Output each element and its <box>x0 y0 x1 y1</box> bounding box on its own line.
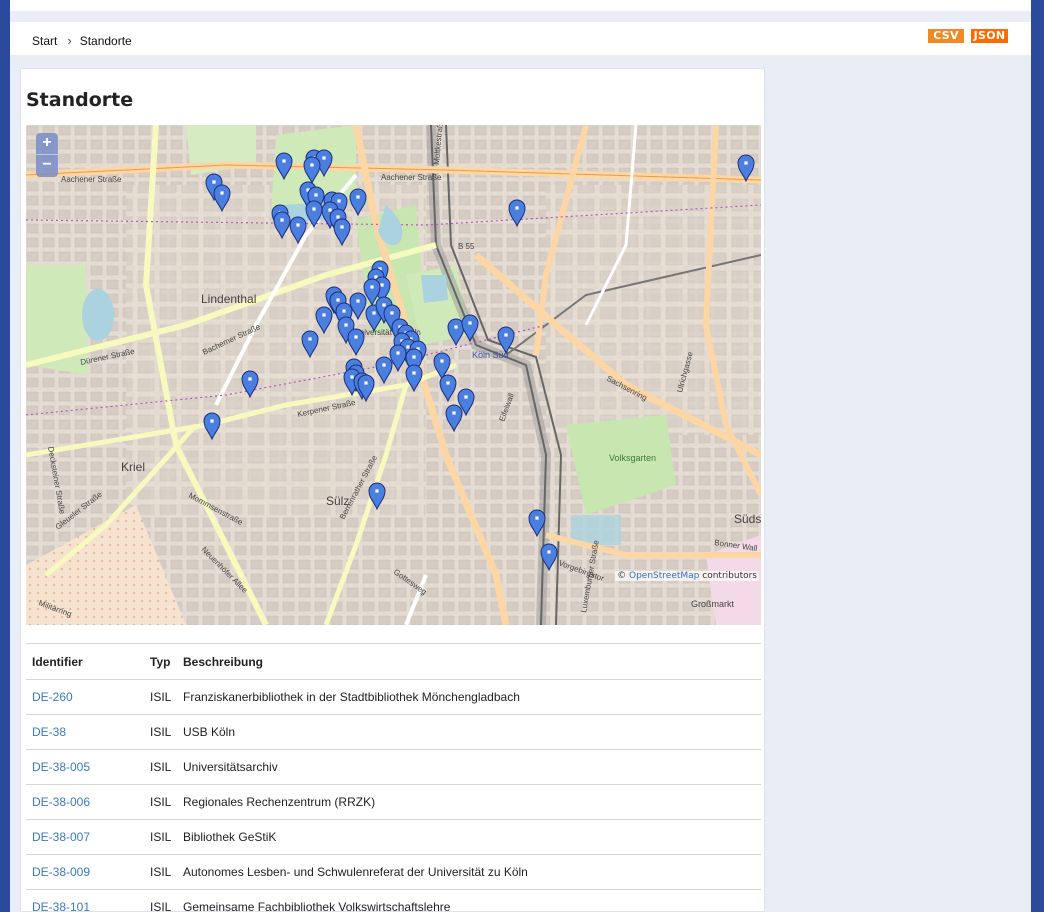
type-cell: ISIL <box>144 749 177 785</box>
breadcrumb: Start › Standorte <box>32 33 132 48</box>
map-label-b55: B 55 <box>458 242 475 251</box>
map-label-aachener-strasse-1: Aachener Straße <box>61 175 122 184</box>
table-row: DE-38-101 ISIL Gemeinsame Fachbibliothek… <box>26 889 761 912</box>
map-label-lindenthal: Lindenthal <box>201 292 256 306</box>
locations-map[interactable]: Lindenthal Kriel Sülz Köln Süd Volksgart… <box>26 125 761 625</box>
map-label-grossmarkt: Großmarkt <box>691 599 735 609</box>
attribution-suffix: contributors <box>702 571 757 581</box>
table-row: DE-260 ISIL Franziskanerbibliothek in de… <box>26 679 761 715</box>
identifier-link[interactable]: DE-38-007 <box>32 830 90 844</box>
map-label-aachener-strasse-2: Aachener Straße <box>381 173 442 182</box>
map-label-sued: Süds <box>734 512 761 526</box>
json-label: JSON <box>973 29 1006 42</box>
top-strip <box>10 0 1031 11</box>
description-cell: Autonomes Lesben- und Schwulenreferat de… <box>177 854 761 890</box>
map-label-volksgarten: Volksgarten <box>609 453 656 463</box>
page: Start › Standorte CSV JSON Standorte Lin… <box>10 0 1031 912</box>
locations-table: Identifier Typ Beschreibung DE-260 ISIL … <box>26 643 761 912</box>
identifier-link[interactable]: DE-260 <box>32 690 73 704</box>
breadcrumb-current: Standorte <box>79 33 132 48</box>
identifier-link[interactable]: DE-38-006 <box>32 795 90 809</box>
column-header-identifier: Identifier <box>26 643 144 680</box>
description-cell: USB Köln <box>177 714 761 750</box>
openstreetmap-link[interactable]: OpenStreetMap <box>629 571 699 581</box>
breadcrumb-home-link[interactable]: Start <box>32 34 57 48</box>
type-cell: ISIL <box>144 889 177 912</box>
description-cell: Universitätsarchiv <box>177 749 761 785</box>
csv-export-button[interactable]: CSV <box>928 29 964 43</box>
table-row: DE-38-005 ISIL Universitätsarchiv <box>26 749 761 785</box>
type-cell: ISIL <box>144 714 177 750</box>
identifier-link[interactable]: DE-38 <box>32 725 66 739</box>
identifier-link[interactable]: DE-38-101 <box>32 900 90 912</box>
column-header-typ: Typ <box>144 643 177 680</box>
map-label-koeln-sued: Köln Süd <box>472 350 509 360</box>
map-tiles: Lindenthal Kriel Sülz Köln Süd Volksgart… <box>26 125 761 625</box>
json-export-button[interactable]: JSON <box>971 29 1008 43</box>
type-cell: ISIL <box>144 819 177 855</box>
type-cell: ISIL <box>144 854 177 890</box>
description-cell: Regionales Rechenzentrum (RRZK) <box>177 784 761 820</box>
description-cell: Gemeinsame Fachbibliothek Volkswirtschaf… <box>177 889 761 912</box>
description-cell: Bibliothek GeStiK <box>177 819 761 855</box>
map-attribution: © OpenStreetMap contributors <box>615 571 759 581</box>
csv-label: CSV <box>933 29 959 42</box>
table-row: DE-38-009 ISIL Autonomes Lesben- und Sch… <box>26 854 761 890</box>
page-title: Standorte <box>26 89 134 111</box>
identifier-link[interactable]: DE-38-005 <box>32 760 90 774</box>
type-cell: ISIL <box>144 679 177 715</box>
table-header-row: Identifier Typ Beschreibung <box>26 643 761 680</box>
map-label-kriel: Kriel <box>121 460 145 474</box>
identifier-link[interactable]: DE-38-009 <box>32 865 90 879</box>
type-cell: ISIL <box>144 784 177 820</box>
zoom-control: + − <box>36 133 58 177</box>
table-row: DE-38 ISIL USB Köln <box>26 714 761 750</box>
column-header-beschreibung: Beschreibung <box>177 643 761 680</box>
table-row: DE-38-006 ISIL Regionales Rechenzentrum … <box>26 784 761 820</box>
description-cell: Franziskanerbibliothek in der Stadtbibli… <box>177 679 761 715</box>
table-row: DE-38-007 ISIL Bibliothek GeStiK <box>26 819 761 855</box>
zoom-out-button[interactable]: − <box>36 155 58 177</box>
zoom-in-button[interactable]: + <box>36 133 58 155</box>
attribution-prefix: © <box>617 571 627 581</box>
main-content: Standorte Lindenthal Kriel Sülz Köln Süd… <box>20 68 765 912</box>
breadcrumb-bar: Start › Standorte CSV JSON <box>10 22 1031 55</box>
chevron-right-icon: › <box>67 33 72 48</box>
